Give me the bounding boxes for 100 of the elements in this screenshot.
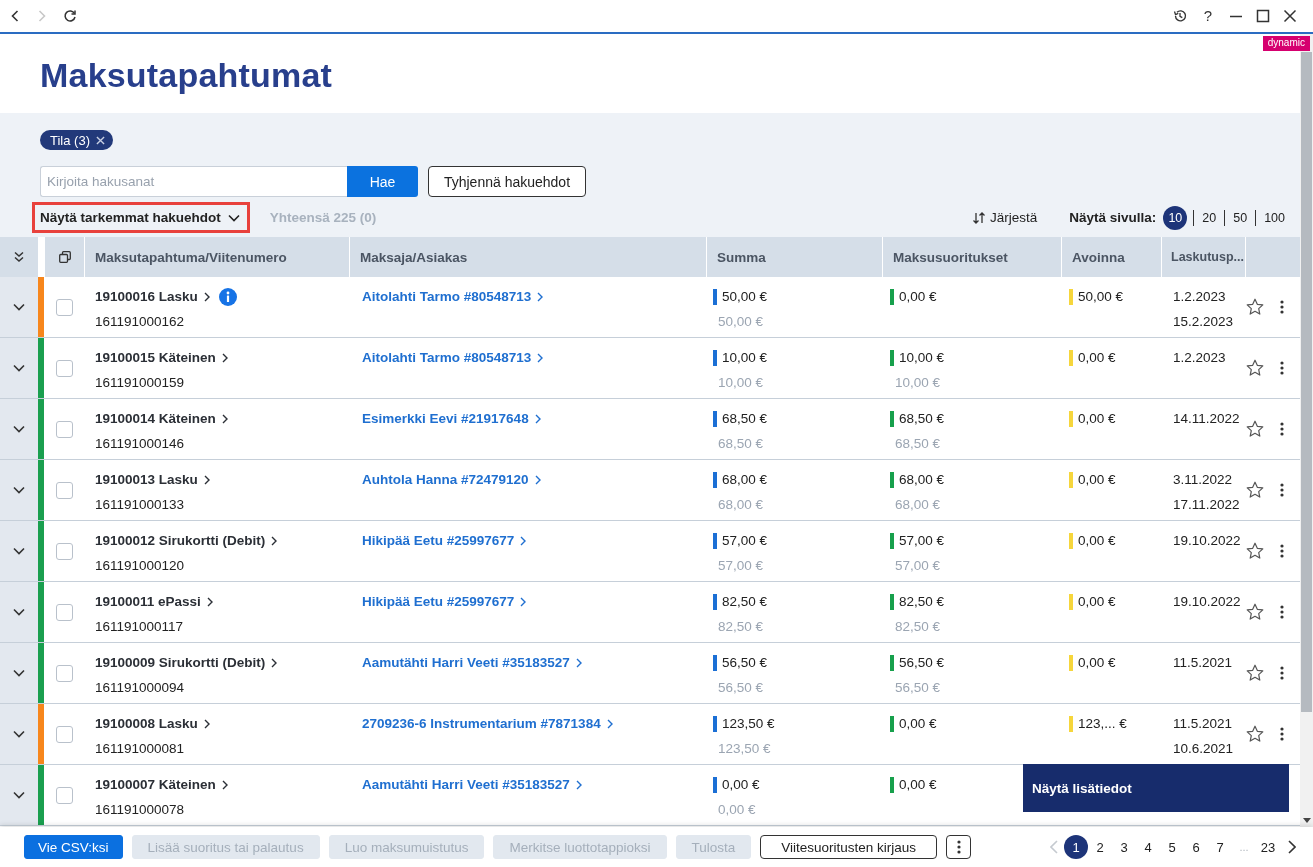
page-button[interactable]: 6 [1184, 835, 1208, 859]
chevron-right-icon[interactable] [221, 779, 228, 790]
row-checkbox[interactable] [55, 481, 73, 499]
chevron-right-icon[interactable] [1288, 840, 1296, 854]
page-button[interactable]: 5 [1160, 835, 1184, 859]
page-size-option[interactable]: 100 [1262, 205, 1287, 230]
chevron-right-icon[interactable] [221, 352, 228, 363]
advanced-search-toggle[interactable]: Näytä tarkemmat hakuehdot [32, 202, 250, 233]
vertical-dots-icon[interactable] [1280, 544, 1284, 558]
transaction-link[interactable]: 19100008 Lasku [95, 716, 210, 731]
customer-link[interactable]: Aamutähti Harri Veeti #35183527 [362, 655, 582, 670]
page-size-option[interactable]: 20 [1200, 205, 1219, 230]
transaction-link[interactable]: 19100016 Lasku [95, 289, 210, 304]
search-field[interactable]: Kirjoita hakusanat [40, 166, 347, 197]
chevron-down-icon[interactable] [13, 303, 25, 311]
chevron-right-icon[interactable] [203, 291, 210, 302]
customer-link[interactable]: Aitolahti Tarmo #80548713 [362, 350, 544, 365]
scrollbar-thumb[interactable] [1301, 52, 1312, 712]
vertical-dots-icon[interactable] [1280, 361, 1284, 375]
page-button[interactable]: 1 [1064, 835, 1088, 859]
close-icon[interactable] [1283, 9, 1297, 23]
chevron-down-icon[interactable] [13, 547, 25, 555]
row-checkbox[interactable] [55, 298, 73, 316]
chevron-right-icon[interactable] [203, 474, 210, 485]
chevron-down-icon[interactable] [13, 608, 25, 616]
customer-link[interactable]: Auhtola Hanna #72479120 [362, 472, 541, 487]
page-button[interactable]: 3 [1112, 835, 1136, 859]
sort-icon[interactable] [972, 210, 986, 225]
column-header[interactable]: Avoinna [1072, 249, 1125, 265]
star-icon[interactable] [1246, 542, 1264, 560]
star-icon[interactable] [1246, 298, 1264, 316]
chevron-right-icon[interactable] [271, 657, 278, 668]
maximize-icon[interactable] [1256, 9, 1270, 23]
chevron-down-icon[interactable] [13, 425, 25, 433]
row-checkbox[interactable] [55, 542, 73, 560]
vertical-dots-icon[interactable] [1280, 605, 1284, 619]
page-size-option[interactable]: 50 [1231, 205, 1250, 230]
transaction-link[interactable]: 19100014 Käteinen [95, 411, 228, 426]
chevron-down-icon[interactable] [13, 364, 25, 372]
toolbar-button[interactable]: Viitesuoritusten kirjaus [760, 835, 938, 859]
transaction-link[interactable]: 19100011 ePassi [95, 594, 213, 609]
vertical-dots-icon[interactable] [1280, 483, 1284, 497]
star-icon[interactable] [1246, 664, 1264, 682]
toolbar-button[interactable]: Vie CSV:ksi [24, 835, 123, 859]
page-button[interactable]: 4 [1136, 835, 1160, 859]
star-icon[interactable] [1246, 359, 1264, 377]
help-button[interactable]: ? [1201, 7, 1215, 25]
transaction-link[interactable]: 19100013 Lasku [95, 472, 210, 487]
chevron-down-icon[interactable] [13, 486, 25, 494]
customer-link[interactable]: Hikipää Eetu #25997677 [362, 594, 527, 609]
customer-link[interactable]: Hikipää Eetu #25997677 [362, 533, 527, 548]
vertical-dots-icon[interactable] [1280, 666, 1284, 680]
clear-filters-button[interactable]: Tyhjennä hakuehdot [428, 166, 586, 197]
row-checkbox[interactable] [55, 359, 73, 377]
stacked-squares-icon[interactable] [58, 251, 71, 263]
star-icon[interactable] [1246, 725, 1264, 743]
chevron-down-icon[interactable] [13, 730, 25, 738]
page-size-option[interactable]: 10 [1163, 205, 1188, 230]
chevron-down-icon[interactable] [13, 669, 25, 677]
column-header[interactable]: Laskutusp... [1171, 250, 1244, 264]
transaction-link[interactable]: 19100007 Käteinen [95, 777, 228, 792]
filter-chip[interactable]: Tila (3) [40, 130, 113, 150]
page-button[interactable]: 2 [1088, 835, 1112, 859]
scroll-down-icon[interactable] [1302, 818, 1311, 823]
info-icon[interactable] [218, 287, 237, 306]
customer-link[interactable]: 2709236-6 Instrumentarium #7871384 [362, 716, 613, 731]
star-icon[interactable] [1246, 481, 1264, 499]
customer-link[interactable]: Aitolahti Tarmo #80548713 [362, 289, 544, 304]
column-header[interactable]: Maksutapahtuma/Viitenumero [95, 249, 287, 265]
row-checkbox[interactable] [55, 725, 73, 743]
row-checkbox[interactable] [55, 664, 73, 682]
row-checkbox[interactable] [55, 603, 73, 621]
page-button[interactable]: 23 [1256, 835, 1280, 859]
chevron-down-icon[interactable] [13, 791, 25, 799]
customer-link[interactable]: Esimerkki Eevi #21917648 [362, 411, 541, 426]
row-checkbox[interactable] [55, 420, 73, 438]
chevron-right-icon[interactable] [271, 535, 278, 546]
star-icon[interactable] [1246, 603, 1264, 621]
column-header[interactable]: Maksusuoritukset [893, 249, 1008, 265]
search-button[interactable]: Hae [347, 166, 418, 197]
vertical-dots-icon[interactable] [1280, 422, 1284, 436]
chevron-down-icon[interactable] [227, 213, 240, 222]
customer-link[interactable]: Aamutähti Harri Veeti #35183527 [362, 777, 582, 792]
vertical-dots-icon[interactable] [1280, 300, 1284, 314]
transaction-link[interactable]: 19100015 Käteinen [95, 350, 228, 365]
column-header[interactable]: Maksaja/Asiakas [360, 249, 468, 265]
history-icon[interactable] [1173, 9, 1187, 23]
refresh-icon[interactable] [63, 9, 77, 23]
page-button[interactable]: 7 [1208, 835, 1232, 859]
column-header[interactable]: Summa [717, 249, 766, 265]
star-icon[interactable] [1246, 420, 1264, 438]
transaction-link[interactable]: 19100012 Sirukortti (Debit) [95, 533, 278, 548]
more-button[interactable] [946, 835, 972, 859]
vertical-dots-icon[interactable] [1280, 727, 1284, 741]
chevron-right-icon[interactable] [203, 718, 210, 729]
row-checkbox[interactable] [55, 786, 73, 804]
chevron-right-icon[interactable] [221, 413, 228, 424]
chevron-right-icon[interactable] [206, 596, 213, 607]
vertical-dots-icon[interactable] [956, 840, 961, 854]
sort-button[interactable]: Järjestä [972, 210, 1038, 225]
